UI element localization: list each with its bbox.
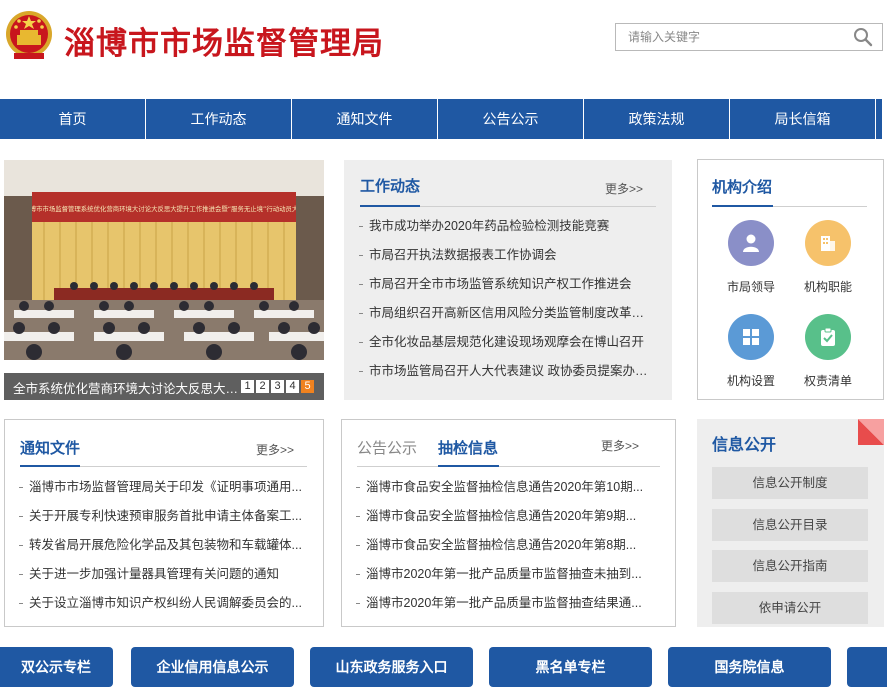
list-item[interactable]: 市局召开全市市场监管系统知识产权工作推进会 [358, 270, 648, 299]
national-emblem-icon [6, 11, 52, 59]
list-item[interactable]: 淄博市食品安全监督抽检信息通告2020年第9期... [355, 502, 655, 531]
notices-list: 淄博市市场监督管理局关于印发《证明事项通用... 关于开展专利快速预审服务首批申… [18, 473, 308, 618]
slide-caption[interactable]: 全市系统优化营商环境大讨论大反思大提... [13, 378, 241, 397]
list-item[interactable]: 淄博市市场监督管理局关于印发《证明事项通用... [18, 473, 308, 502]
info-guide-button[interactable]: 信息公开指南 [712, 550, 868, 582]
tab-inspections-active[interactable]: 抽检信息 [438, 437, 498, 458]
org-intro-panel: 机构介绍 市局领导 机构职能 机构设置 权责清单 [697, 159, 884, 400]
list-item[interactable]: 关于进一步加强计量器具管理有关问题的通知 [18, 560, 308, 589]
clipboard-check-icon [805, 314, 851, 360]
list-item[interactable]: 淄博市2020年第一批产品质量市监督抽查结果通... [355, 589, 655, 618]
slide-page-5-active[interactable]: 5 [301, 380, 314, 393]
list-item[interactable]: 市局召开执法数据报表工作协调会 [358, 241, 648, 270]
slide-pager: 1 2 3 4 5 [241, 380, 314, 393]
nav-item-work-news[interactable]: 工作动态 [146, 99, 292, 139]
notices-underline [20, 465, 80, 467]
link-double-disclosure[interactable]: 双公示专栏 [0, 647, 113, 687]
list-item[interactable]: 淄博市食品安全监督抽检信息通告2020年第10期... [355, 473, 655, 502]
list-item[interactable]: 我市成功举办2020年药品检验检测技能竞赛 [358, 212, 648, 241]
slide-banner-text: 淄博市市场监督管理系统优化营商环境大讨论大反思大提升工作推进会暨“服务无止境”行… [23, 204, 305, 213]
slide-page-3[interactable]: 3 [271, 380, 284, 393]
building-icon [805, 220, 851, 266]
work-news-panel: 工作动态 更多>> 我市成功举办2020年药品检验检测技能竞赛 市局召开执法数据… [344, 160, 672, 400]
main-nav: 首页 工作动态 通知文件 公告公示 政策法规 局长信箱 [0, 99, 887, 139]
link-state-council[interactable]: 国务院信息 [668, 647, 831, 687]
org-item-responsibilities[interactable]: 权责清单 [798, 314, 858, 389]
org-item-label: 机构设置 [726, 374, 775, 388]
info-disclosure-title[interactable]: 信息公开 [712, 431, 776, 455]
search-box [615, 23, 883, 51]
org-item-label: 权责清单 [803, 374, 852, 388]
org-item-leaders[interactable]: 市局领导 [721, 220, 781, 295]
work-news-more-link[interactable]: 更多>> [605, 180, 643, 197]
nav-item-policies[interactable]: 政策法规 [584, 99, 730, 139]
list-item[interactable]: 淄博市2020年第一批产品质量市监督抽查未抽到... [355, 560, 655, 589]
leader-icon [728, 220, 774, 266]
list-item[interactable]: 关于设立淄博市知识产权纠纷人民调解委员会的... [18, 589, 308, 618]
inspections-more-link[interactable]: 更多>> [601, 437, 639, 454]
header: 淄博市市场监督管理局 [0, 0, 887, 100]
org-intro-underline [712, 205, 773, 207]
inspections-rule [357, 466, 660, 467]
info-disclosure-panel: 信息公开 信息公开制度 信息公开目录 信息公开指南 依申请公开 [697, 419, 884, 627]
search-input[interactable] [616, 24, 846, 50]
list-item[interactable]: 市市场监管局召开人大代表建议 政协委员提案办理... [358, 357, 648, 386]
notices-panel: 通知文件 更多>> 淄博市市场监督管理局关于印发《证明事项通用... 关于开展专… [4, 419, 324, 627]
nav-item-director-mailbox[interactable]: 局长信箱 [730, 99, 876, 139]
link-next-partial[interactable] [847, 647, 887, 687]
org-item-structure[interactable]: 机构设置 [721, 314, 781, 389]
org-intro-title[interactable]: 机构介绍 [712, 176, 772, 197]
inspections-underline [438, 465, 499, 467]
link-shandong-gov-service[interactable]: 山东政务服务入口 [310, 647, 473, 687]
work-news-title[interactable]: 工作动态 [360, 175, 420, 196]
list-item[interactable]: 淄博市食品安全监督抽检信息通告2020年第8期... [355, 531, 655, 560]
info-policy-button[interactable]: 信息公开制度 [712, 467, 868, 499]
work-news-list: 我市成功举办2020年药品检验检测技能竞赛 市局召开执法数据报表工作协调会 市局… [358, 212, 648, 386]
org-item-label: 机构职能 [803, 280, 852, 294]
org-item-label: 市局领导 [726, 280, 775, 294]
grid-icon [728, 314, 774, 360]
slide-page-1[interactable]: 1 [241, 380, 254, 393]
list-item[interactable]: 关于开展专利快速预审服务首批申请主体备案工... [18, 502, 308, 531]
notices-more-link[interactable]: 更多>> [256, 441, 294, 458]
slide-page-4[interactable]: 4 [286, 380, 299, 393]
inspections-list: 淄博市食品安全监督抽检信息通告2020年第10期... 淄博市食品安全监督抽检信… [355, 473, 655, 618]
info-catalog-button[interactable]: 信息公开目录 [712, 509, 868, 541]
list-item[interactable]: 转发省局开展危险化学品及其包装物和车载罐体... [18, 531, 308, 560]
list-item[interactable]: 全市化妆品基层规范化建设现场观摩会在博山召开 [358, 328, 648, 357]
slide-image[interactable]: 淄博市市场监督管理系统优化营商环境大讨论大反思大提升工作推进会暨“服务无止境”行… [4, 160, 324, 360]
work-news-underline [360, 205, 420, 207]
list-item[interactable]: 市局组织召开高新区信用风险分类监管制度改革创... [358, 299, 648, 328]
nav-item-home[interactable]: 首页 [0, 99, 146, 139]
org-item-functions[interactable]: 机构职能 [798, 220, 858, 295]
bottom-links: 双公示专栏 企业信用信息公示 山东政务服务入口 黑名单专栏 国务院信息 [0, 647, 887, 687]
link-enterprise-credit[interactable]: 企业信用信息公示 [131, 647, 294, 687]
site-title[interactable]: 淄博市市场监督管理局 [64, 18, 384, 63]
slide-page-2[interactable]: 2 [256, 380, 269, 393]
slide-caption-bar: 全市系统优化营商环境大讨论大反思大提... 1 2 3 4 5 [4, 373, 324, 400]
corner-triangle-icon [858, 419, 884, 445]
search-icon[interactable] [852, 27, 874, 47]
notices-title[interactable]: 通知文件 [20, 437, 80, 458]
nav-item-notices[interactable]: 通知文件 [292, 99, 438, 139]
link-blacklist[interactable]: 黑名单专栏 [489, 647, 652, 687]
slideshow[interactable]: 淄博市市场监督管理系统优化营商环境大讨论大反思大提升工作推进会暨“服务无止境”行… [4, 160, 324, 400]
info-request-button[interactable]: 依申请公开 [712, 592, 868, 624]
nav-item-announcements[interactable]: 公告公示 [438, 99, 584, 139]
inspections-panel: 公告公示 抽检信息 更多>> 淄博市食品安全监督抽检信息通告2020年第10期.… [341, 419, 676, 627]
nav-edge [882, 99, 887, 139]
tab-announcements[interactable]: 公告公示 [357, 437, 417, 458]
